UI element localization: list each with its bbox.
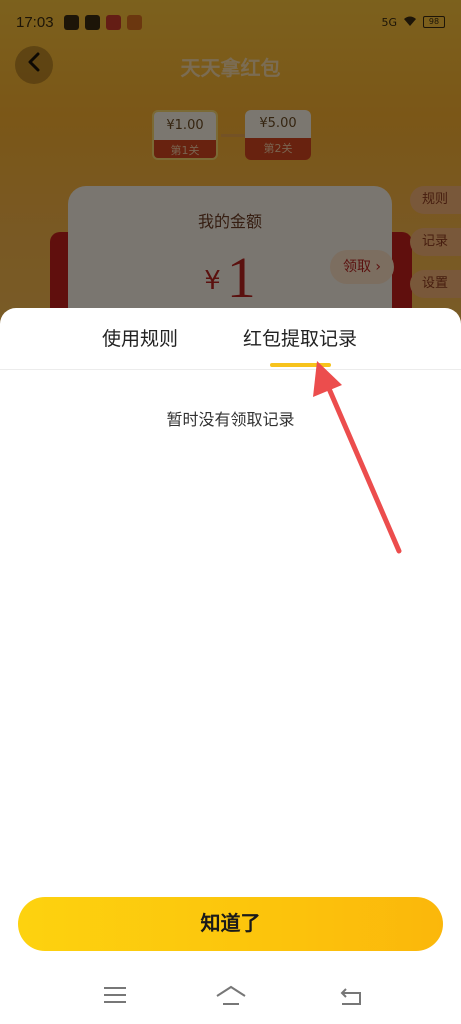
- back-icon[interactable]: [338, 984, 368, 1010]
- tab-usage-rules[interactable]: 使用规则: [102, 324, 178, 351]
- annotation-arrow-icon: [313, 361, 402, 554]
- menu-icon[interactable]: [102, 984, 132, 1010]
- tab-withdrawal-records[interactable]: 红包提取记录: [243, 324, 357, 351]
- got-it-button[interactable]: 知道了: [18, 897, 443, 951]
- modal-overlay[interactable]: [0, 0, 461, 330]
- system-nav-bar: [0, 970, 461, 1024]
- background-page: 17:03 5G 98 天天拿红包 ¥1.00 第1关 ¥5.00 第2关 我的…: [0, 0, 461, 330]
- home-icon[interactable]: [214, 984, 246, 1010]
